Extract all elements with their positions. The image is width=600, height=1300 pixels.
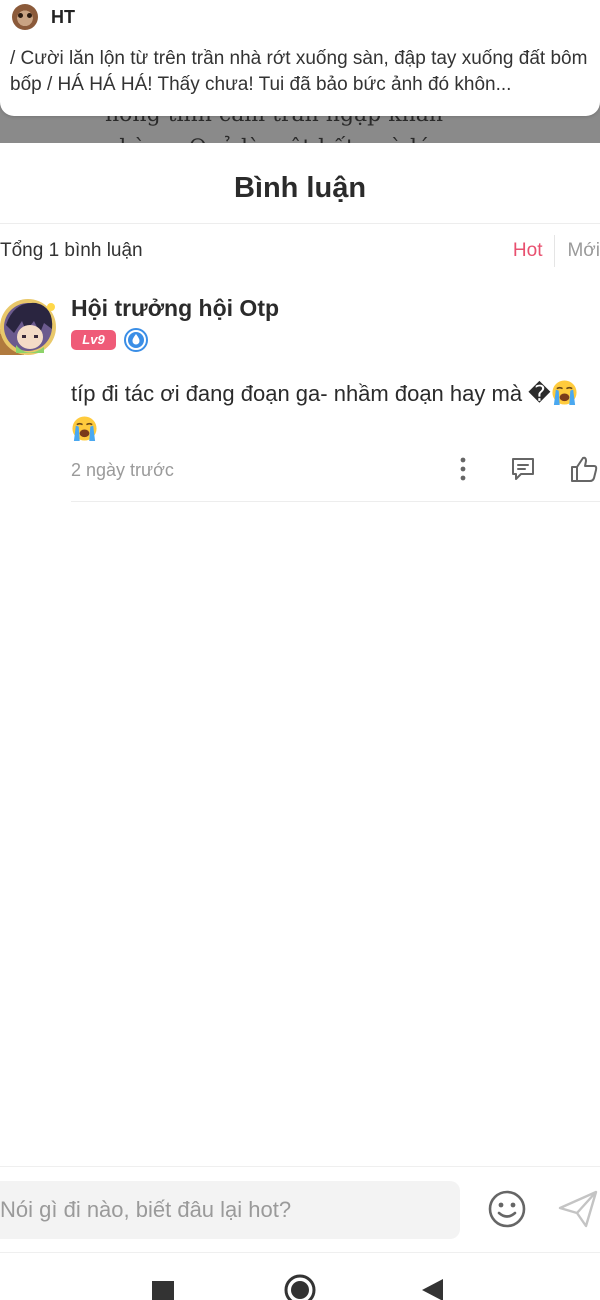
sheet-title: Bình luận bbox=[233, 172, 367, 204]
like-thumb-icon[interactable] bbox=[568, 453, 600, 485]
notification-message: / Cười lăn lộn từ trên trần nhà rớt xuốn… bbox=[10, 48, 588, 95]
divider bbox=[0, 223, 600, 224]
smiley-face-icon[interactable] bbox=[486, 1188, 528, 1230]
droplet-verified-icon bbox=[124, 328, 148, 352]
comment-input[interactable] bbox=[0, 1181, 460, 1239]
comment-text-body: típ đi tác ơi đang đoạn ga- nhầm đoạn ha… bbox=[71, 381, 529, 406]
recent-apps-square-icon[interactable] bbox=[152, 1281, 174, 1300]
crying-face-icon bbox=[551, 379, 578, 406]
sort-tab-hot[interactable]: Hot bbox=[501, 234, 555, 268]
commenter-avatar[interactable] bbox=[0, 295, 62, 359]
total-comments-label: Tổng 1 bình luận bbox=[0, 240, 143, 261]
divider bbox=[0, 1166, 600, 1167]
unknown-glyph: � bbox=[528, 381, 551, 406]
comments-screen: nơng tình cảm tràn ngập khắn phòng. Quả … bbox=[0, 0, 600, 1300]
notification-banner[interactable]: HT / Cười lăn lộn từ trên trần nhà rớt x… bbox=[0, 0, 600, 116]
notification-sender: HT bbox=[51, 7, 75, 27]
home-circle-icon[interactable] bbox=[284, 1274, 316, 1300]
crying-face-icon bbox=[71, 415, 98, 442]
comment-timestamp: 2 ngày trước bbox=[71, 460, 174, 480]
reply-comment-icon[interactable] bbox=[507, 453, 539, 485]
back-triangle-icon[interactable] bbox=[422, 1279, 444, 1300]
comment-text: típ đi tác ơi đang đoạn ga- nhầm đoạn ha… bbox=[71, 376, 600, 448]
level-badge: Lv9 bbox=[71, 330, 116, 350]
sort-tabs: Hot Mới bbox=[501, 234, 600, 268]
more-vertical-icon[interactable] bbox=[447, 453, 479, 485]
paper-plane-send-icon[interactable] bbox=[556, 1188, 600, 1230]
reader-text-line: phòng. Quả là một bất ngờ lớn bbox=[105, 132, 585, 143]
commenter-name[interactable]: Hội trưởng hội Otp bbox=[71, 295, 279, 322]
notification-avatar bbox=[12, 4, 38, 30]
divider bbox=[71, 501, 600, 502]
sort-tab-new[interactable]: Mới bbox=[555, 234, 600, 268]
system-navigation-bar bbox=[0, 1253, 600, 1300]
comment-input-container bbox=[0, 1181, 460, 1239]
